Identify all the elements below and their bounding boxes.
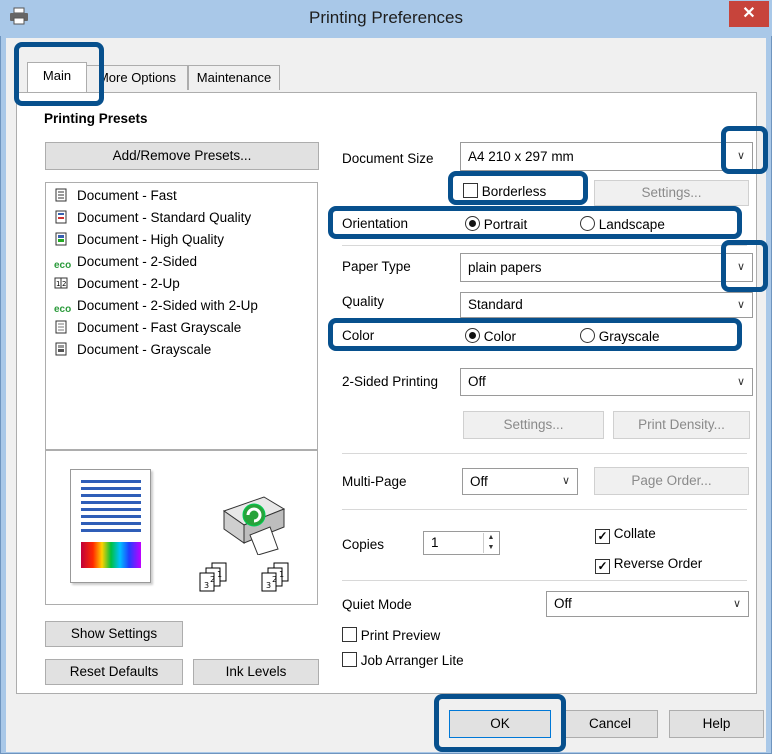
paper-type-select[interactable]: plain papers ∨ [460,253,753,282]
list-item[interactable]: Document - Standard Quality [54,207,251,229]
eco-icon: eco [54,304,72,315]
divider [342,509,747,510]
document-grayscale-icon [54,341,70,356]
help-button[interactable]: Help [669,710,764,738]
svg-text:1: 1 [56,280,60,288]
ink-levels-button[interactable]: Ink Levels [193,659,319,685]
chevron-down-icon: ∨ [732,598,742,610]
list-item-label: Document - High Quality [77,232,225,247]
two-sided-printing-label: 2-Sided Printing [342,374,439,389]
quality-select[interactable]: Standard ∨ [460,292,753,318]
document-grayscale-icon [54,319,70,334]
printer-rotate-icon [214,491,288,556]
tab-maintenance[interactable]: Maintenance [188,65,280,90]
document-size-label: Document Size [342,151,434,166]
highlight-document-size-dropdown [721,126,768,174]
checkbox-box [342,627,357,642]
two-sided-printing-select[interactable]: Off ∨ [460,368,753,396]
list-item[interactable]: Document - Fast [54,185,177,207]
quality-label: Quality [342,294,385,309]
list-item-label: Document - Grayscale [77,342,212,357]
divider [342,245,747,246]
reverse-order-icon: 123 [258,561,298,595]
paper-type-label: Paper Type [342,259,411,274]
two-up-icon: 12 [54,275,70,289]
document-size-select[interactable]: A4 210 x 297 mm ∨ [460,142,753,171]
page-number: 2 [272,575,277,584]
highlight-color [328,318,742,351]
show-settings-button[interactable]: Show Settings [45,621,183,647]
list-item[interactable]: Document - High Quality [54,229,224,251]
checkbox-box: ✓ [595,559,610,574]
page-number: 1 [217,570,222,579]
highlight-borderless [448,171,588,205]
reverse-order-checkbox[interactable]: ✓ Reverse Order [595,556,702,574]
list-item-label: Document - 2-Up [77,276,180,291]
list-item-label: Document - 2-Sided with 2-Up [77,298,258,313]
add-remove-presets-button[interactable]: Add/Remove Presets... [45,142,319,170]
divider [342,580,747,581]
page-preview [70,469,151,583]
job-arranger-lite-checkbox[interactable]: Job Arranger Lite [342,652,464,668]
list-item-label: Document - 2-Sided [77,254,198,269]
list-item[interactable]: Document - Grayscale [54,339,211,361]
list-item[interactable]: eco Document - 2-Sided with 2-Up [54,295,258,317]
borderless-settings-button[interactable]: Settings... [594,180,749,206]
list-item-label: Document - Fast Grayscale [77,320,242,335]
print-density-button[interactable]: Print Density... [613,411,750,439]
window-title: Printing Preferences [308,8,464,27]
svg-text:2: 2 [62,280,66,288]
divider [342,453,747,454]
document-fast-icon [54,187,70,202]
highlight-orientation [328,206,742,239]
collate-icon: 123 [196,561,236,595]
document-standard-icon [54,209,70,224]
print-preview-checkbox[interactable]: Print Preview [342,627,440,643]
list-item[interactable]: Document - Fast Grayscale [54,317,241,339]
chevron-down-icon: ∨ [736,299,746,311]
copies-value: 1 [431,535,439,550]
copies-spinner[interactable]: 1 ▲ ▼ [423,531,500,555]
printing-presets-heading: Printing Presets [44,111,148,126]
print-preview-area: 123 123 [45,450,318,605]
checkbox-box: ✓ [595,529,610,544]
two-sided-settings-button[interactable]: Settings... [463,411,604,439]
reset-defaults-button[interactable]: Reset Defaults [45,659,183,685]
page-order-button[interactable]: Page Order... [594,467,749,495]
highlight-ok-button [434,694,566,752]
page-number: 3 [266,581,271,590]
list-item-label: Document - Standard Quality [77,210,252,225]
page-number: 2 [210,575,215,584]
collate-checkbox[interactable]: ✓ Collate [595,526,656,544]
highlight-paper-type-dropdown [721,240,768,292]
spinner-arrows-icon[interactable]: ▲ ▼ [483,533,498,553]
cancel-button[interactable]: Cancel [562,710,658,738]
list-item[interactable]: 1 2 Document - 2-Up [54,273,180,295]
eco-icon: eco [54,260,72,271]
multi-page-label: Multi-Page [342,474,407,489]
quiet-mode-select[interactable]: Off ∨ [546,591,749,617]
highlight-main-tab [14,42,104,106]
list-item[interactable]: eco Document - 2-Sided [54,251,197,273]
document-high-icon [54,231,70,246]
multi-page-select[interactable]: Off ∨ [462,468,578,495]
checkbox-box [342,652,357,667]
page-number: 1 [279,570,284,579]
list-item-label: Document - Fast [77,188,177,203]
presets-list[interactable]: Document - Fast Document - Standard Qual… [45,182,318,450]
close-button[interactable]: ✕ [729,1,769,27]
copies-label: Copies [342,537,385,552]
chevron-down-icon: ∨ [736,376,746,388]
page-number: 3 [204,581,209,590]
chevron-down-icon: ∨ [561,475,571,487]
quiet-mode-label: Quiet Mode [342,597,412,612]
